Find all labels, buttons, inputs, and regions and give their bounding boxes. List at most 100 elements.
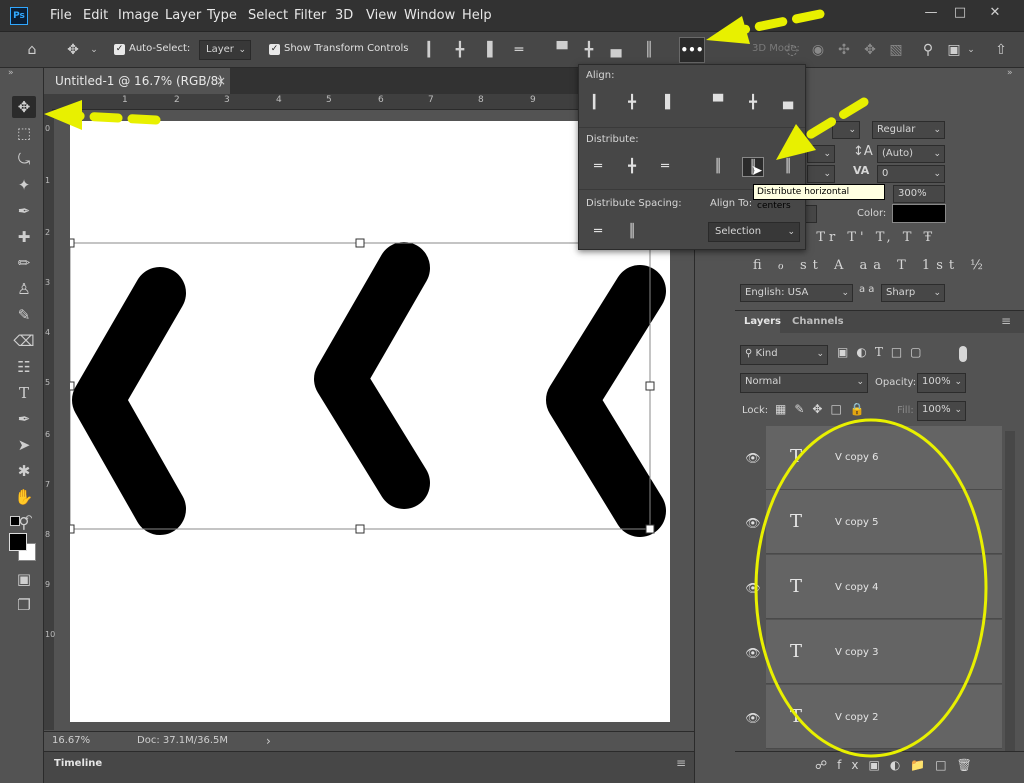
- distribute-vertical-centers-icon[interactable]: ╋: [621, 157, 643, 177]
- layer-name[interactable]: V copy 6: [835, 452, 878, 463]
- menu-file[interactable]: File: [50, 8, 72, 23]
- eraser-tool-icon[interactable]: ⌫: [12, 330, 36, 352]
- search-icon[interactable]: ⚲: [918, 40, 938, 60]
- healing-brush-tool-icon[interactable]: ✚: [12, 226, 36, 248]
- font-style-dropdown[interactable]: Regular ⌄: [872, 121, 945, 139]
- menu-3d[interactable]: 3D: [335, 8, 353, 23]
- layer-name[interactable]: V copy 3: [835, 647, 878, 658]
- tab-layers[interactable]: Layers: [735, 311, 781, 333]
- tab-channels[interactable]: Channels: [792, 316, 844, 327]
- auto-select-dropdown[interactable]: Layer ⌄: [199, 40, 251, 60]
- auto-select-checkbox[interactable]: ✓: [114, 44, 125, 55]
- menu-type[interactable]: Type: [207, 8, 237, 23]
- filter-kind-dropdown[interactable]: ⚲ Kind ⌄: [740, 345, 828, 365]
- menu-edit[interactable]: Edit: [83, 8, 108, 23]
- font-family-dropdown-tail[interactable]: ⌄: [832, 121, 860, 139]
- zoom-level[interactable]: 16.67%: [52, 735, 90, 746]
- eyedropper-tool-icon[interactable]: ✒: [12, 200, 36, 222]
- menu-help[interactable]: Help: [462, 8, 492, 23]
- foreground-color-swatch[interactable]: [9, 533, 27, 551]
- swap-colors-icon[interactable]: ↶: [24, 514, 32, 525]
- align-horizontal-centers-icon[interactable]: ╋: [621, 93, 643, 113]
- leading-dropdown[interactable]: (Auto) ⌄: [877, 145, 945, 163]
- screen-mode-icon[interactable]: ❐: [12, 594, 36, 616]
- more-options-button[interactable]: •••: [679, 37, 705, 63]
- chevron-down-icon[interactable]: ⌄: [965, 40, 977, 60]
- kerning-dropdown-tail[interactable]: ⌄: [807, 165, 835, 183]
- opacity-input[interactable]: 100% ⌄: [917, 373, 966, 393]
- hand-tool-icon[interactable]: ✋: [12, 486, 36, 508]
- menu-window[interactable]: Window: [404, 8, 455, 23]
- distribute-right-edges-icon[interactable]: ║: [777, 157, 799, 177]
- layers-scrollbar[interactable]: [1005, 431, 1015, 751]
- visibility-eye-icon[interactable]: 👁: [743, 643, 763, 663]
- menu-layer[interactable]: Layer: [165, 8, 201, 23]
- collapse-arrows-icon[interactable]: »: [8, 68, 14, 78]
- menu-filter[interactable]: Filter: [294, 8, 326, 23]
- pan-3d-icon[interactable]: ✣: [834, 40, 854, 60]
- move-tool-icon[interactable]: ✥: [12, 96, 36, 118]
- menu-view[interactable]: View: [366, 8, 397, 23]
- horizontal-scale-input[interactable]: 300%: [893, 185, 945, 203]
- lock-icons[interactable]: ▦✎✥□🔒: [775, 402, 873, 416]
- chevron-down-icon[interactable]: ⌄: [88, 40, 100, 60]
- slide-3d-icon[interactable]: ✥: [860, 40, 880, 60]
- tracking-dropdown[interactable]: 0 ⌄: [877, 165, 945, 183]
- align-left-edges-icon[interactable]: ▎: [424, 40, 442, 60]
- panel-menu-icon[interactable]: ≡: [676, 756, 686, 770]
- workspace-icon[interactable]: ▣: [944, 40, 964, 60]
- close-icon[interactable]: ✕: [986, 4, 1004, 22]
- align-bottom-edges-icon[interactable]: ▄: [607, 40, 625, 60]
- fill-input[interactable]: 100% ⌄: [917, 401, 966, 421]
- share-icon[interactable]: ⇧: [991, 40, 1011, 60]
- text-color-swatch[interactable]: [892, 204, 946, 223]
- status-menu-arrow-icon[interactable]: ›: [266, 734, 271, 748]
- distribute-vertical-icon[interactable]: ═: [510, 40, 528, 60]
- align-top-edges-icon[interactable]: ▀: [553, 40, 571, 60]
- align-right-edges-icon[interactable]: ▐: [654, 93, 676, 113]
- menu-image[interactable]: Image: [118, 8, 159, 23]
- visibility-eye-icon[interactable]: 👁: [743, 448, 763, 468]
- collapse-arrows-icon[interactable]: »: [1007, 68, 1013, 78]
- paint-bucket-tool-icon[interactable]: ☷: [12, 356, 36, 378]
- layer-filter-icons[interactable]: ▣◐T□▢: [837, 345, 930, 359]
- panel-menu-icon[interactable]: ≡: [1001, 314, 1011, 328]
- history-brush-tool-icon[interactable]: ✎: [12, 304, 36, 326]
- align-vertical-centers-icon[interactable]: ╋: [580, 40, 598, 60]
- align-right-edges-icon[interactable]: ▐: [478, 40, 496, 60]
- brush-tool-icon[interactable]: ✏: [12, 252, 36, 274]
- quick-mask-icon[interactable]: ▣: [12, 568, 36, 590]
- align-to-dropdown[interactable]: Selection ⌄: [708, 222, 800, 242]
- orbit-3d-icon[interactable]: ◌: [782, 40, 802, 60]
- align-top-edges-icon[interactable]: ▀: [707, 93, 729, 113]
- distribute-vertical-spacing-icon[interactable]: ═: [587, 222, 609, 242]
- scale-3d-icon[interactable]: ▧: [886, 40, 906, 60]
- layer-name[interactable]: V copy 2: [835, 712, 878, 723]
- marquee-tool-icon[interactable]: ⬚: [12, 122, 36, 144]
- antialias-dropdown[interactable]: Sharp ⌄: [881, 284, 945, 302]
- layer-name[interactable]: V copy 4: [835, 582, 878, 593]
- align-vertical-centers-icon[interactable]: ╋: [742, 93, 764, 113]
- font-size-dropdown-tail[interactable]: ⌄: [807, 145, 835, 163]
- distribute-left-edges-icon[interactable]: ║: [707, 157, 729, 177]
- layer-name[interactable]: V copy 5: [835, 517, 878, 528]
- align-bottom-edges-icon[interactable]: ▄: [777, 93, 799, 113]
- menu-select[interactable]: Select: [248, 8, 288, 23]
- roll-3d-icon[interactable]: ◉: [808, 40, 828, 60]
- stamp-tool-icon[interactable]: ♙: [12, 278, 36, 300]
- document-tab[interactable]: Untitled-1 @ 16.7% (RGB/8) * ×: [44, 68, 230, 114]
- filter-toggle-switch[interactable]: [959, 346, 967, 362]
- minimize-icon[interactable]: —: [922, 4, 940, 22]
- blend-mode-dropdown[interactable]: Normal ⌄: [740, 373, 868, 393]
- magic-wand-tool-icon[interactable]: ✦: [12, 174, 36, 196]
- path-selection-tool-icon[interactable]: ➤: [12, 434, 36, 456]
- home-icon[interactable]: ⌂: [22, 40, 42, 60]
- distribute-horizontal-spacing-icon[interactable]: ║: [621, 222, 643, 242]
- distribute-bottom-edges-icon[interactable]: ═: [654, 157, 676, 177]
- language-dropdown[interactable]: English: USA ⌄: [740, 284, 853, 302]
- visibility-eye-icon[interactable]: 👁: [743, 578, 763, 598]
- shape-tool-icon[interactable]: ✱: [12, 460, 36, 482]
- visibility-eye-icon[interactable]: 👁: [743, 708, 763, 728]
- maximize-icon[interactable]: □: [951, 4, 969, 22]
- visibility-eye-icon[interactable]: 👁: [743, 513, 763, 533]
